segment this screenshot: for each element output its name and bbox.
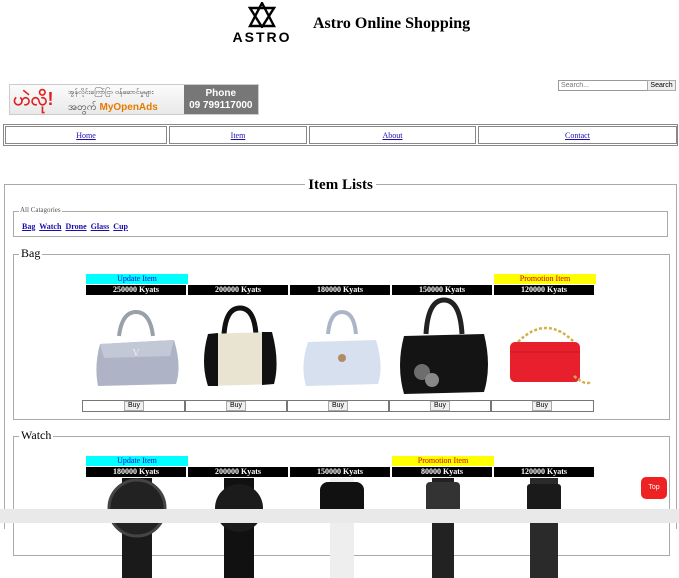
category-links: Bag Watch Drone Glass Cup	[22, 222, 130, 231]
item-lists-title: Item Lists	[305, 177, 376, 193]
product-price: 180000 Kyats	[290, 285, 390, 295]
ad-greeting: ဟဲလို!	[13, 89, 54, 109]
buy-cell: Buy	[184, 400, 288, 412]
section-title: Bag	[19, 246, 43, 261]
categories-box: All Catagories Bag Watch Drone Glass Cup	[13, 206, 668, 237]
ad-line2: အတွက် MyOpenAds	[68, 100, 158, 115]
horizontal-scrollbar[interactable]	[0, 509, 679, 523]
category-link-bag[interactable]: Bag	[22, 222, 35, 231]
buy-button[interactable]: Buy	[429, 401, 451, 411]
ad-message: ဟဲလို! အွန်လိုင်းကြော်ငြာ ဝန်ဆောင်မှုမျာ…	[10, 85, 184, 114]
product-tag: Promotion Item	[392, 456, 494, 466]
search-input[interactable]	[558, 80, 650, 91]
buy-button[interactable]: Buy	[225, 401, 247, 411]
category-link-cup[interactable]: Cup	[113, 222, 128, 231]
buy-cell: Buy	[286, 400, 390, 412]
lavender-handbag-image[interactable]: V	[86, 296, 188, 396]
main-nav: Home Item About Contact	[3, 124, 678, 146]
ad-line2-prefix: အတွက်	[68, 102, 97, 113]
product-price: 200000 Kyats	[188, 285, 288, 295]
nav-item-item: Item	[169, 126, 307, 144]
buy-cell: Buy	[388, 400, 492, 412]
logo-text: ASTRO	[232, 29, 292, 45]
product-tag: Update Item	[86, 456, 188, 466]
buy-button[interactable]: Buy	[531, 401, 553, 411]
product-tag	[188, 274, 290, 284]
beige-tote-bag-image[interactable]	[188, 296, 290, 396]
section-bag: Bag Update Item 250000 Kyats V Buy 20000…	[13, 246, 670, 420]
category-link-drone[interactable]: Drone	[65, 222, 86, 231]
product-price: 150000 Kyats	[290, 467, 390, 477]
product-tag	[290, 456, 392, 466]
red-chain-bag-image[interactable]	[494, 296, 596, 396]
sport-watch-image[interactable]	[86, 478, 188, 578]
nav-item-about: About	[309, 126, 476, 144]
product-price: 80000 Kyats	[392, 467, 492, 477]
section-watch: Watch Update Item 180000 Kyats 200000 Ky…	[13, 428, 670, 578]
ad-phone-label: Phone	[205, 88, 237, 99]
search-button[interactable]: Search	[647, 80, 676, 91]
item-lists-panel: Item Lists All Catagories Bag Watch Dron…	[4, 177, 677, 578]
mesh-watch-image[interactable]	[494, 478, 596, 578]
product-price: 120000 Kyats	[494, 467, 594, 477]
buy-cell: Buy	[82, 400, 186, 412]
back-to-top-button[interactable]: Top	[641, 477, 667, 499]
product-tag: Update Item	[86, 274, 188, 284]
ad-phone-number: 09 799117000	[189, 100, 253, 111]
nav-link-about[interactable]: About	[383, 131, 403, 140]
square-watch-image[interactable]	[392, 478, 494, 578]
product-price: 250000 Kyats	[86, 285, 186, 295]
svg-text:V: V	[132, 348, 140, 359]
ad-brand: MyOpenAds	[99, 102, 158, 113]
product-price: 150000 Kyats	[392, 285, 492, 295]
black-handbag-image[interactable]	[392, 296, 494, 396]
nav-link-home[interactable]: Home	[76, 131, 96, 140]
ad-line1: အွန်လိုင်းကြော်ငြာ ဝန်ဆောင်မှုများ	[68, 89, 154, 96]
nav-item-contact: Contact	[478, 126, 677, 144]
product-tag	[494, 456, 596, 466]
product-price: 120000 Kyats	[494, 285, 594, 295]
nav-link-item[interactable]: Item	[231, 131, 246, 140]
product-price: 180000 Kyats	[86, 467, 186, 477]
category-link-glass[interactable]: Glass	[91, 222, 110, 231]
buy-cell: Buy	[490, 400, 594, 412]
section-title: Watch	[19, 428, 54, 443]
item-lists-heading: Item Lists	[5, 176, 676, 194]
astro-star-icon	[248, 2, 276, 28]
category-link-watch[interactable]: Watch	[39, 222, 61, 231]
nav-item-home: Home	[5, 126, 167, 144]
astro-logo[interactable]: ASTRO	[232, 2, 292, 48]
categories-legend: All Catagories	[19, 206, 62, 214]
buy-button[interactable]: Buy	[327, 401, 349, 411]
smart-watch-image[interactable]	[290, 478, 392, 578]
product-tag: Promotion Item	[494, 274, 596, 284]
ad-banner[interactable]: ဟဲလို! အွန်လိုင်းကြော်ငြာ ဝန်ဆောင်မှုမျာ…	[9, 84, 259, 115]
product-tag	[188, 456, 290, 466]
ad-phone: Phone 09 799117000	[183, 85, 258, 114]
product-tag	[290, 274, 392, 284]
buy-button[interactable]: Buy	[123, 401, 145, 411]
site-title: Astro Online Shopping	[313, 15, 471, 32]
light-blue-handbag-image[interactable]	[290, 296, 392, 396]
product-price: 200000 Kyats	[188, 467, 288, 477]
nav-link-contact[interactable]: Contact	[565, 131, 590, 140]
product-tag	[392, 274, 494, 284]
black-watch-image[interactable]	[188, 478, 290, 578]
